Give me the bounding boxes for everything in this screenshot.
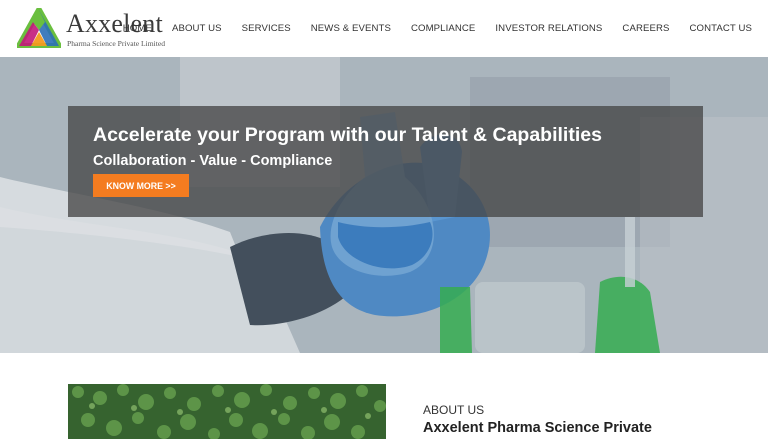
hero-banner: Accelerate your Program with our Talent … bbox=[0, 57, 768, 353]
nav-item-home[interactable]: HOME bbox=[123, 23, 152, 34]
nav-item-contact-us[interactable]: CONTACT US bbox=[690, 23, 752, 34]
hero-subtitle: Collaboration - Value - Compliance bbox=[93, 153, 333, 169]
hero-caption-panel: Accelerate your Program with our Talent … bbox=[68, 106, 703, 217]
nav-item-investor-relations[interactable]: INVESTOR RELATIONS bbox=[495, 23, 602, 34]
green-foliage-icon bbox=[68, 384, 386, 439]
nav-item-news-events[interactable]: NEWS & EVENTS bbox=[311, 23, 391, 34]
main-navigation: HOME ABOUT US SERVICES NEWS & EVENTS COM… bbox=[123, 0, 752, 57]
hero-title: Accelerate your Program with our Talent … bbox=[93, 124, 602, 146]
site-header: Axxelent Pharma Science Private Limited … bbox=[0, 0, 768, 57]
nav-item-careers[interactable]: CAREERS bbox=[622, 23, 669, 34]
nav-item-services[interactable]: SERVICES bbox=[242, 23, 291, 34]
triangle-logo-icon bbox=[17, 8, 61, 48]
about-image bbox=[68, 384, 386, 439]
know-more-button[interactable]: KNOW MORE >> bbox=[93, 174, 189, 197]
about-section-heading: Axxelent Pharma Science Private bbox=[423, 420, 652, 436]
nav-item-compliance[interactable]: COMPLIANCE bbox=[411, 23, 475, 34]
about-section-label: ABOUT US bbox=[423, 403, 485, 417]
nav-item-about-us[interactable]: ABOUT US bbox=[172, 23, 222, 34]
